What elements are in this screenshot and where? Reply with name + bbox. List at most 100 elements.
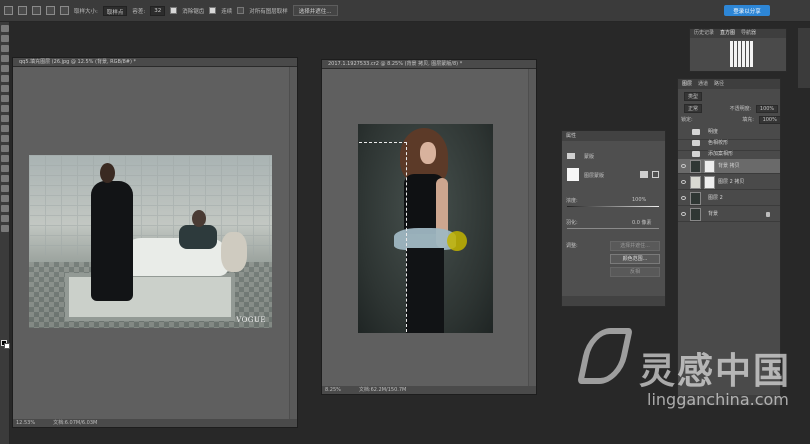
brush-tool-icon[interactable]: [1, 95, 9, 102]
mask-thumbnail: [567, 168, 579, 181]
background-color-swatch[interactable]: [4, 343, 10, 349]
path-selection-tool-icon[interactable]: [1, 185, 9, 192]
vector-mask-icon[interactable]: [652, 171, 659, 178]
zoom-level[interactable]: 12.53%: [16, 419, 35, 427]
vogue-logo: VOGUE: [236, 316, 266, 324]
add-mask-icon[interactable]: [640, 171, 648, 178]
contiguous-checkbox[interactable]: [209, 7, 217, 14]
mask-section-label: 蒙版: [584, 154, 595, 160]
magic-wand-tool-icon[interactable]: [1, 55, 9, 62]
black-pants: [406, 248, 444, 333]
invert-button[interactable]: 反相: [610, 267, 660, 277]
opacity-input[interactable]: 100%: [755, 105, 779, 113]
zoom-tool-icon[interactable]: [1, 215, 9, 222]
all-layers-label: 对所有图层取样: [249, 8, 288, 15]
intersect-selection-icon[interactable]: [60, 6, 69, 15]
crop-tool-icon[interactable]: [1, 65, 9, 72]
eye-icon[interactable]: [681, 164, 686, 168]
layer-row[interactable]: 图层 2 拷贝: [678, 175, 780, 190]
type-tool-icon[interactable]: [1, 175, 9, 182]
layer-thumbnail: [690, 192, 701, 205]
lasso-tool-icon[interactable]: [1, 45, 9, 52]
color-range-button[interactable]: 颜色范围...: [610, 254, 660, 264]
marquee-tool-icon[interactable]: [1, 35, 9, 42]
eyedropper-tool-icon[interactable]: [1, 75, 9, 82]
tab-paths[interactable]: 路径: [714, 79, 724, 89]
layer-row[interactable]: 背景 拷贝: [678, 159, 780, 174]
filter-select[interactable]: 类型: [684, 92, 703, 101]
new-selection-icon[interactable]: [18, 6, 27, 15]
tab-navigator[interactable]: 导航器: [741, 29, 756, 38]
tab-layers[interactable]: 图层: [682, 79, 692, 89]
tab-history[interactable]: 历史记录: [694, 29, 714, 38]
man-head: [192, 210, 206, 227]
layer-mask-thumbnail[interactable]: [704, 160, 715, 173]
layer-name: 背景 拷贝: [718, 163, 740, 169]
move-tool-icon[interactable]: [1, 25, 9, 32]
density-value[interactable]: 100%: [632, 197, 646, 203]
select-and-mask-button[interactable]: 选择并遮住...: [292, 5, 338, 16]
antialias-checkbox[interactable]: [170, 7, 178, 14]
vertical-scrollbar[interactable]: [528, 69, 536, 386]
tab-channels[interactable]: 通道: [698, 79, 708, 89]
document-size-info[interactable]: 文档:6.07M/6.03M: [53, 419, 97, 427]
lock-icon: [766, 212, 770, 217]
blur-tool-icon[interactable]: [1, 145, 9, 152]
panel-dock-icons[interactable]: [798, 28, 810, 88]
history-brush-tool-icon[interactable]: [1, 115, 9, 122]
fill-label: 填充:: [742, 117, 754, 123]
document-tab[interactable]: 2017.1.1927533.cr2 @ 8.25% (背景 拷贝, 图层蒙版/…: [322, 60, 536, 69]
tab-histogram[interactable]: 直方图: [720, 29, 735, 38]
density-label: 浓度:: [566, 198, 578, 204]
select-and-mask-button[interactable]: 选择并遮住...: [610, 241, 660, 251]
site-watermark: 灵感中国 lingganchina.com: [573, 312, 805, 440]
eye-icon[interactable]: [681, 212, 686, 216]
layer-mask-thumbnail[interactable]: [704, 176, 715, 189]
vertical-scrollbar[interactable]: [289, 67, 297, 419]
sample-size-select[interactable]: 取样点: [102, 5, 128, 16]
histogram-tabs: 历史记录 直方图 导航器: [690, 29, 786, 38]
logo-mark-icon: [577, 328, 633, 384]
layer-row[interactable]: 图层 2: [678, 191, 780, 206]
zoom-level[interactable]: 8.25%: [325, 386, 341, 394]
document-size-info[interactable]: 文档:62.2M/150.7M: [359, 386, 406, 394]
sample-size-label: 取样大小:: [74, 8, 98, 15]
properties-footer: [562, 296, 665, 306]
antialias-label: 消除锯齿: [182, 8, 205, 15]
feather-slider[interactable]: [567, 228, 659, 229]
document-status-bar: 12.53% 文档:6.07M/6.03M: [13, 419, 297, 427]
eye-icon[interactable]: [681, 180, 686, 184]
feather-value[interactable]: 0.0 像素: [632, 219, 652, 226]
all-layers-checkbox[interactable]: [237, 7, 245, 14]
add-selection-icon[interactable]: [32, 6, 41, 15]
document-tab[interactable]: qq5.填充图层 (26.jpg @ 12.5% (背景, RGB/8#) *: [13, 58, 297, 67]
share-button[interactable]: 登录以分享: [724, 5, 770, 16]
woman-figure: [91, 181, 133, 301]
tool-preset-icon[interactable]: [4, 6, 13, 15]
adjust-label: 调整:: [566, 243, 578, 249]
document-status-bar: 8.25% 文档:62.2M/150.7M: [322, 386, 536, 394]
layer-row[interactable]: 背景: [678, 207, 780, 222]
pen-tool-icon[interactable]: [1, 165, 9, 172]
eye-icon[interactable]: [681, 196, 686, 200]
tolerance-input[interactable]: 32: [150, 5, 166, 16]
pixel-mask-icon[interactable]: [567, 153, 575, 159]
fill-input[interactable]: 100%: [758, 116, 781, 124]
man-figure: [179, 225, 217, 249]
layer-name: 图层 2 拷贝: [718, 179, 745, 185]
density-slider[interactable]: [567, 206, 659, 207]
hand-tool-icon[interactable]: [1, 205, 9, 212]
layer-filter[interactable]: 类型: [681, 92, 703, 101]
healing-brush-tool-icon[interactable]: [1, 85, 9, 92]
dodge-tool-icon[interactable]: [1, 155, 9, 162]
lock-label: 锁定:: [681, 117, 693, 123]
clone-stamp-tool-icon[interactable]: [1, 105, 9, 112]
shape-tool-icon[interactable]: [1, 195, 9, 202]
more-tools-icon[interactable]: [1, 225, 9, 232]
tools-panel: [0, 22, 10, 444]
eraser-tool-icon[interactable]: [1, 125, 9, 132]
subtract-selection-icon[interactable]: [46, 6, 55, 15]
blend-mode-select[interactable]: 正常: [684, 104, 703, 113]
gradient-tool-icon[interactable]: [1, 135, 9, 142]
histogram-graph: [730, 41, 754, 67]
